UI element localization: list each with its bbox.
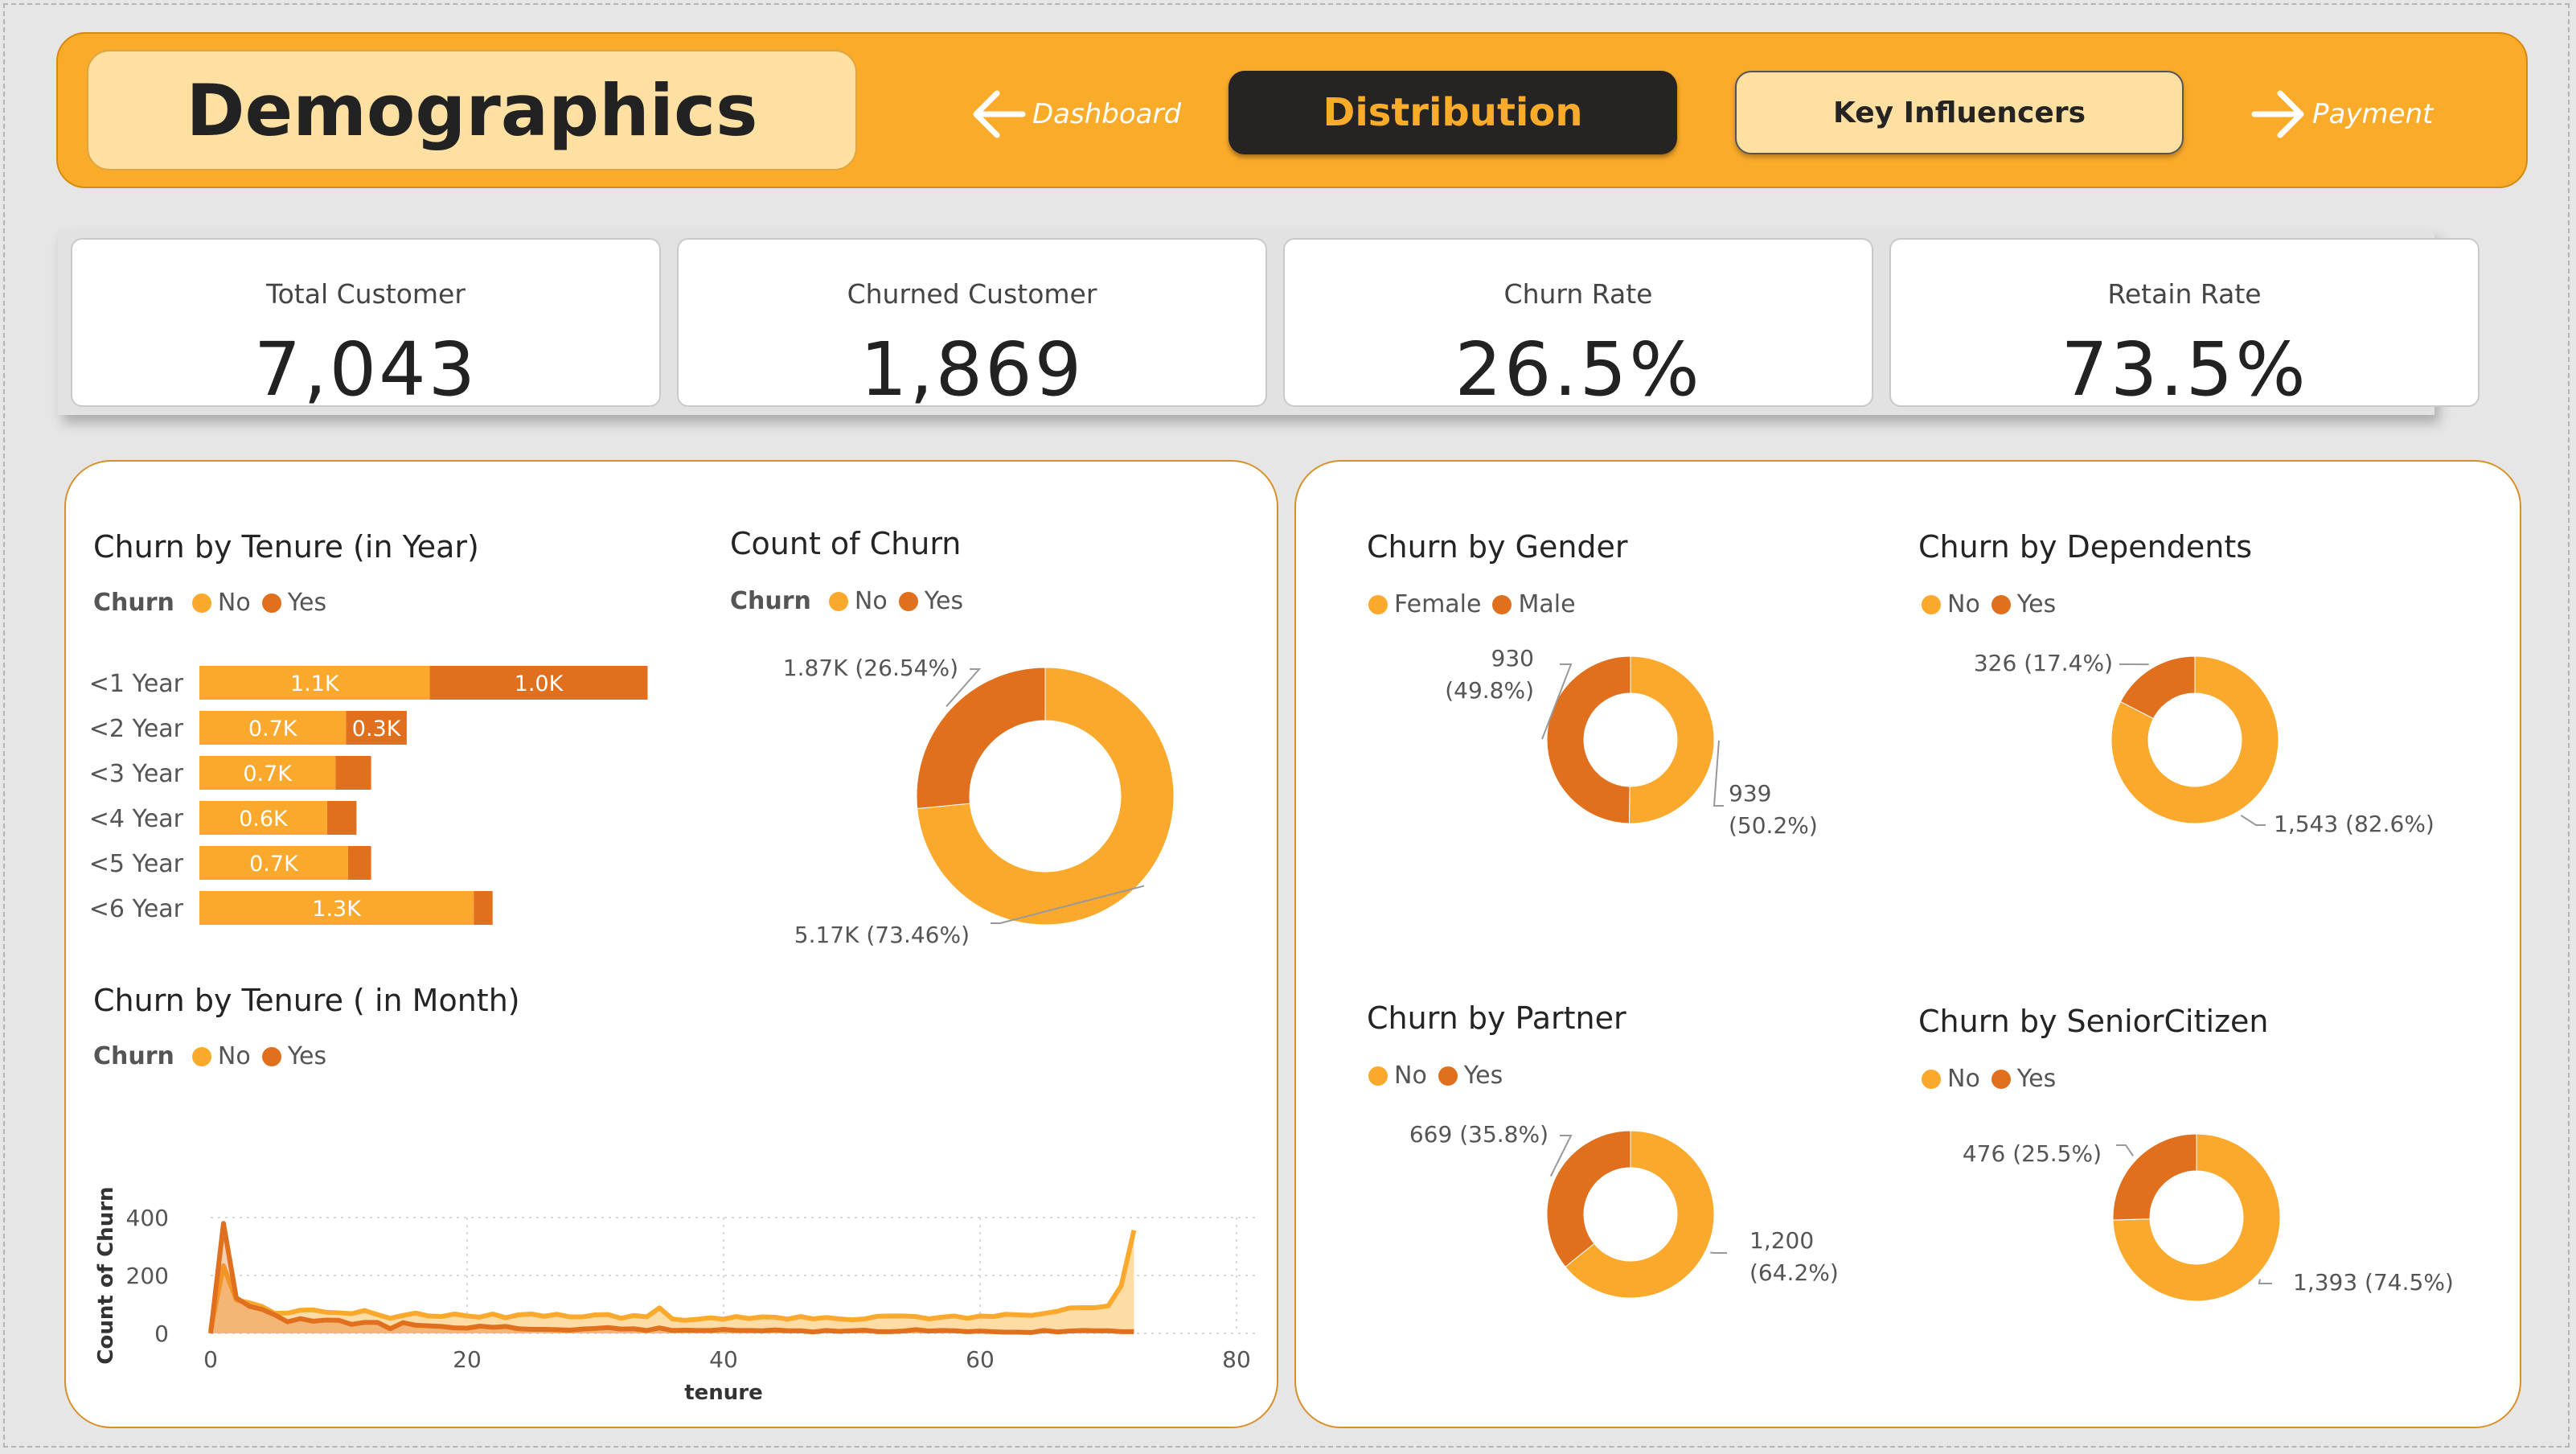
donut-data-label: (64.2%) [1749,1259,1839,1286]
dependents-donut-chart: 1,543 (82.6%) 326 (17.4%) [1974,650,2434,837]
bar-segment-yes [347,846,371,880]
x-tick-label: 60 [966,1346,995,1373]
donut-data-label: 1,543 (82.6%) [2274,811,2434,837]
category-tick-label: <6 Year [89,895,184,923]
label-leader-line [2240,815,2266,826]
donut-slice-yes [1546,1130,1631,1267]
gender-donut-chart: 939 (50.2%) 930 (49.8%) [1445,645,1818,839]
category-tick-label: <5 Year [89,850,184,878]
bar-data-label: 1.1K [290,672,340,696]
donut-data-label: 669 (35.8%) [1409,1121,1548,1148]
donut-slice-male [1546,655,1631,824]
bar-data-label: 0.3K [352,717,402,741]
donut-data-label: 1,393 (74.5%) [2293,1269,2454,1296]
donut-data-label: 1.87K (26.54%) [783,655,958,681]
tenure-month-area-chart: 0 200 400 0 20 40 60 80 tenure Count of Churn [94,1186,1256,1405]
y-tick-label: 0 [154,1321,169,1347]
category-tick-label: <4 Year [89,805,184,833]
label-leader-line [2258,1279,2272,1284]
y-tick-label: 200 [126,1263,169,1289]
label-leader-line [1713,740,1724,807]
partner-donut-chart: 1,200 (64.2%) 669 (35.8%) [1409,1121,1839,1299]
x-tick-label: 20 [453,1346,482,1373]
donut-data-label: 1,200 [1749,1227,1814,1254]
bar-segment-yes [474,891,493,925]
donut-data-label: 939 [1729,780,1771,807]
bar-segment-yes [335,756,371,790]
bar-data-label: 0.7K [248,717,298,741]
charts-layer: <1 Year 1.1K 1.0K <2 Year 0.7K 0.3K <3 Year 0.7… [89,645,2454,1405]
bar-segment-yes [326,801,357,835]
x-tick-label: 0 [203,1346,218,1373]
donut-data-label: 476 (25.5%) [1963,1140,2102,1167]
y-axis-title: Count of Churn [94,1186,118,1364]
x-tick-label: 40 [709,1346,738,1373]
series-line-no [208,1230,1137,1331]
tenure-year-bar-chart: <1 Year 1.1K 1.0K <2 Year 0.7K 0.3K <3 Year 0.7… [89,666,648,925]
bar-data-label: 0.7K [249,852,299,877]
bar-data-label: 0.6K [239,807,289,832]
y-tick-label: 400 [126,1205,169,1231]
bar-data-label: 1.3K [312,897,362,922]
label-leader-line [2116,1144,2134,1156]
donut-data-label: 930 [1491,645,1534,672]
count_churn-donut-chart: 5.17K (73.46%) 1.87K (26.54%) [783,655,1175,948]
donut-data-label: 326 (17.4%) [1974,650,2113,676]
category-tick-label: <3 Year [89,760,184,788]
donut-data-label: (50.2%) [1729,812,1818,839]
donut-slice-female [1628,655,1715,824]
bar-data-label: 1.0K [515,672,564,696]
donut-slice-yes [2112,1133,2197,1221]
category-tick-label: <1 Year [89,670,184,698]
bar-data-label: 0.7K [243,762,293,787]
donut-data-label: 5.17K (73.46%) [794,922,970,948]
category-tick-label: <2 Year [89,715,184,743]
x-tick-label: 80 [1222,1346,1251,1373]
donut-slice-yes [916,667,1046,809]
senior-donut-chart: 1,393 (74.5%) 476 (25.5%) [1963,1133,2454,1302]
donut-data-label: (49.8%) [1445,677,1534,704]
label-leader-line [1710,1251,1727,1254]
x-axis-title: tenure [684,1381,763,1405]
